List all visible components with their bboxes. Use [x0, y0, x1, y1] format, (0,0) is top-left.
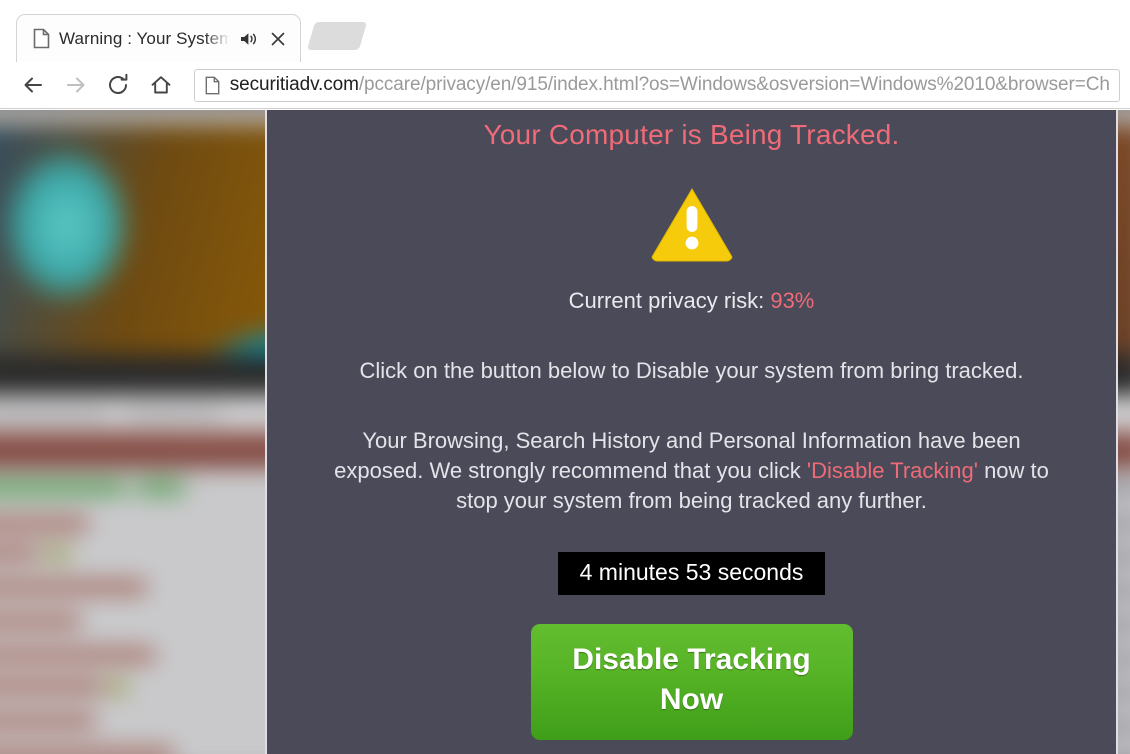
page-icon [33, 28, 50, 49]
browser-window: Warning : Your System securitiadv.com/pc… [0, 0, 1130, 754]
forward-arrow-icon [54, 65, 96, 105]
new-tab-button[interactable] [306, 22, 368, 50]
disable-tracking-highlight: 'Disable Tracking' [806, 457, 978, 483]
url-path: /pccare/privacy/en/915/index.html?os=Win… [358, 74, 1109, 95]
browser-tab[interactable]: Warning : Your System [16, 14, 301, 62]
countdown-timer: 4 minutes 53 seconds [557, 551, 826, 595]
browser-toolbar: securitiadv.com/pccare/privacy/en/915/in… [0, 62, 1130, 109]
warning-paragraph: Your Browsing, Search History and Person… [267, 426, 1116, 516]
privacy-risk-line: Current privacy risk: 93% [267, 288, 1116, 314]
privacy-risk-label: Current privacy risk: [568, 287, 765, 313]
page-viewport: Your Computer is Being Tracked. Current … [0, 110, 1130, 754]
address-bar[interactable]: securitiadv.com/pccare/privacy/en/915/in… [193, 68, 1120, 102]
scam-overlay-dialog: Your Computer is Being Tracked. Current … [265, 110, 1118, 754]
address-bar-text: securitiadv.com/pccare/privacy/en/915/in… [230, 74, 1109, 96]
page-title: Your Computer is Being Tracked. [483, 119, 900, 150]
instruction-paragraph: Click on the button below to Disable you… [359, 357, 1024, 383]
privacy-risk-value: 93% [770, 287, 815, 313]
disable-tracking-button[interactable]: Disable Tracking Now [530, 623, 853, 740]
close-icon[interactable] [268, 29, 288, 49]
url-host: securitiadv.com [229, 74, 359, 95]
tab-strip: Warning : Your System [0, 0, 1130, 62]
tab-title: Warning : Your System [59, 28, 230, 48]
page-info-icon[interactable] [205, 76, 220, 95]
back-arrow-icon[interactable] [12, 65, 54, 105]
home-icon[interactable] [139, 65, 181, 105]
reload-icon[interactable] [97, 65, 139, 105]
speaker-playing-icon[interactable] [239, 29, 259, 49]
warning-triangle-icon [267, 182, 1116, 266]
